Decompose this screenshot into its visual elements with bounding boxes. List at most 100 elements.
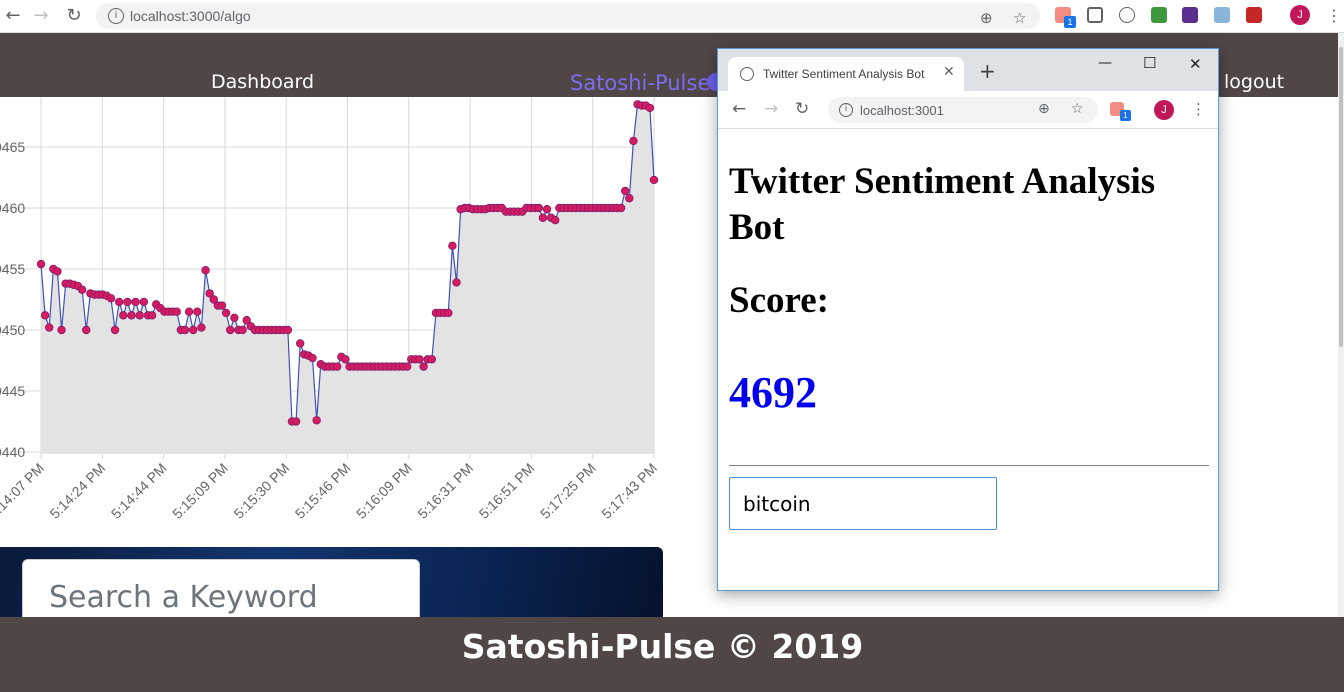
search-box[interactable] [22,559,420,619]
data-point [649,175,659,185]
data-point [172,307,181,316]
popup-tab[interactable]: Twitter Sentiment Analysis Bot ✕ [728,57,964,91]
data-point [341,355,350,364]
data-point [308,353,317,363]
data-point [238,325,247,335]
x-tick-label: 5:15:30 PM [230,460,292,522]
data-point [217,301,227,310]
popup-bookmark-star-icon[interactable]: ☆ [1071,101,1084,117]
extension-badge: 1 [1064,16,1076,28]
checklist-extension-icon[interactable] [1182,7,1198,23]
popup-profile-avatar[interactable]: J [1154,100,1174,120]
nav-dashboard-link[interactable]: Dashboard [211,71,314,93]
cors-extension-icon[interactable] [1151,7,1167,23]
popup-reload-icon[interactable]: ↻ [795,99,809,119]
data-point [538,213,548,222]
x-tick-label: 5:16:51 PM [476,460,538,522]
data-point [180,325,190,335]
data-point [119,311,128,320]
data-point [184,307,194,316]
forward-icon[interactable]: → [30,5,52,27]
address-bar[interactable]: i localhost:3000/algo ⊕ ☆ [96,3,1040,29]
close-tab-icon[interactable]: ✕ [943,64,955,80]
popup-browser-window[interactable]: Twitter Sentiment Analysis Bot ✕ + — ☐ ✕… [717,48,1219,591]
x-tick-label: 5:14:24 PM [46,460,108,522]
data-point [82,325,91,335]
brand-title[interactable]: Satoshi-Pulse [570,71,710,95]
x-tick-label: 5:14:07 PM [0,460,47,522]
data-point [629,136,638,146]
data-point [283,325,293,335]
browser-toolbar: ← → ↻ i localhost:3000/algo ⊕ ☆ 1 J ⋮ [0,0,1344,33]
data-point [36,259,46,269]
footer: Satoshi-Pulse © 2019 [0,617,1344,692]
reload-icon[interactable]: ↻ [63,5,85,27]
data-point [114,297,124,307]
game-extension-icon[interactable] [1246,7,1262,23]
page-scrollbar[interactable] [1338,33,1344,617]
globe-icon [740,67,754,81]
data-point [201,266,210,275]
logout-link[interactable]: logout [1224,71,1284,93]
data-point [645,103,655,113]
keyword-search-input[interactable] [49,580,389,615]
data-point [131,297,140,307]
data-point [127,311,136,320]
data-point [110,325,120,335]
score-value: 4692 [729,368,817,417]
popup-address-bar[interactable]: i localhost:3001 ⊕ ☆ [828,97,1098,123]
popup-menu-kebab-icon[interactable]: ⋮ [1191,100,1206,118]
popup-forward-icon[interactable]: → [764,99,778,119]
bookmark-star-icon[interactable]: ☆ [1013,9,1026,27]
back-icon[interactable]: ← [2,5,24,27]
address-url[interactable]: localhost:3000/algo [130,8,251,24]
popup-info-icon[interactable]: i [839,103,853,117]
data-point [40,311,50,320]
x-tick-label: 5:16:09 PM [353,460,415,522]
popup-back-icon[interactable]: ← [732,99,746,119]
x-tick-label: 5:15:46 PM [292,460,354,522]
y-tick-label: 9440 [0,444,25,460]
popup-address-url[interactable]: localhost:3001 [860,103,944,118]
data-point [226,325,235,335]
minimize-icon[interactable]: — [1098,55,1112,71]
data-point [551,215,560,225]
popup-toolbar: ← → ↻ i localhost:3001 ⊕ ☆ 1 J ⋮ [718,91,1218,129]
price-chart-svg: 9465 9460 9455 9450 9445 94405:14:07 PM5:14:2… [0,97,660,522]
x-tick-label: 5:17:25 PM [537,460,599,522]
new-tab-icon[interactable]: + [979,61,996,81]
popup-heading: Twitter Sentiment Analysis Bot [729,161,1156,248]
y-tick-label: 9460 [0,200,25,216]
data-point [415,355,424,364]
maximize-icon[interactable]: ☐ [1143,54,1156,72]
screen: ← → ↻ i localhost:3000/algo ⊕ ☆ 1 J ⋮ Da… [0,0,1344,692]
footer-text: Satoshi-Pulse © 2019 [461,627,864,666]
data-point [616,203,626,213]
devtools-extension-icon[interactable] [1119,7,1135,23]
data-point [106,294,116,303]
data-point [291,417,301,426]
data-point [123,297,132,307]
zoom-icon[interactable]: ⊕ [980,9,993,27]
keyword-input[interactable] [729,477,997,530]
data-point [77,285,87,294]
screenshot-extension-icon[interactable] [1087,7,1103,23]
y-tick-label: 9455 [0,261,25,277]
popup-titlebar[interactable]: Twitter Sentiment Analysis Bot ✕ + — ☐ ✕ [718,49,1218,91]
scrollbar-thumb[interactable] [1339,47,1343,347]
y-tick-label: 9445 [0,383,25,399]
data-point [419,362,428,371]
popup-extension-badge: 1 [1120,110,1131,121]
satellite-extension-icon[interactable] [1214,7,1230,23]
info-icon[interactable]: i [108,8,124,24]
x-tick-label: 5:16:31 PM [414,460,476,522]
popup-tab-title[interactable]: Twitter Sentiment Analysis Bot [763,67,924,81]
x-tick-label: 5:14:44 PM [108,460,170,522]
data-point [621,186,630,196]
data-point [448,241,457,251]
menu-kebab-icon[interactable]: ⋮ [1326,6,1342,25]
profile-avatar[interactable]: J [1290,5,1310,25]
popup-zoom-icon[interactable]: ⊕ [1038,101,1050,117]
close-window-icon[interactable]: ✕ [1189,55,1202,73]
data-point [197,323,206,332]
